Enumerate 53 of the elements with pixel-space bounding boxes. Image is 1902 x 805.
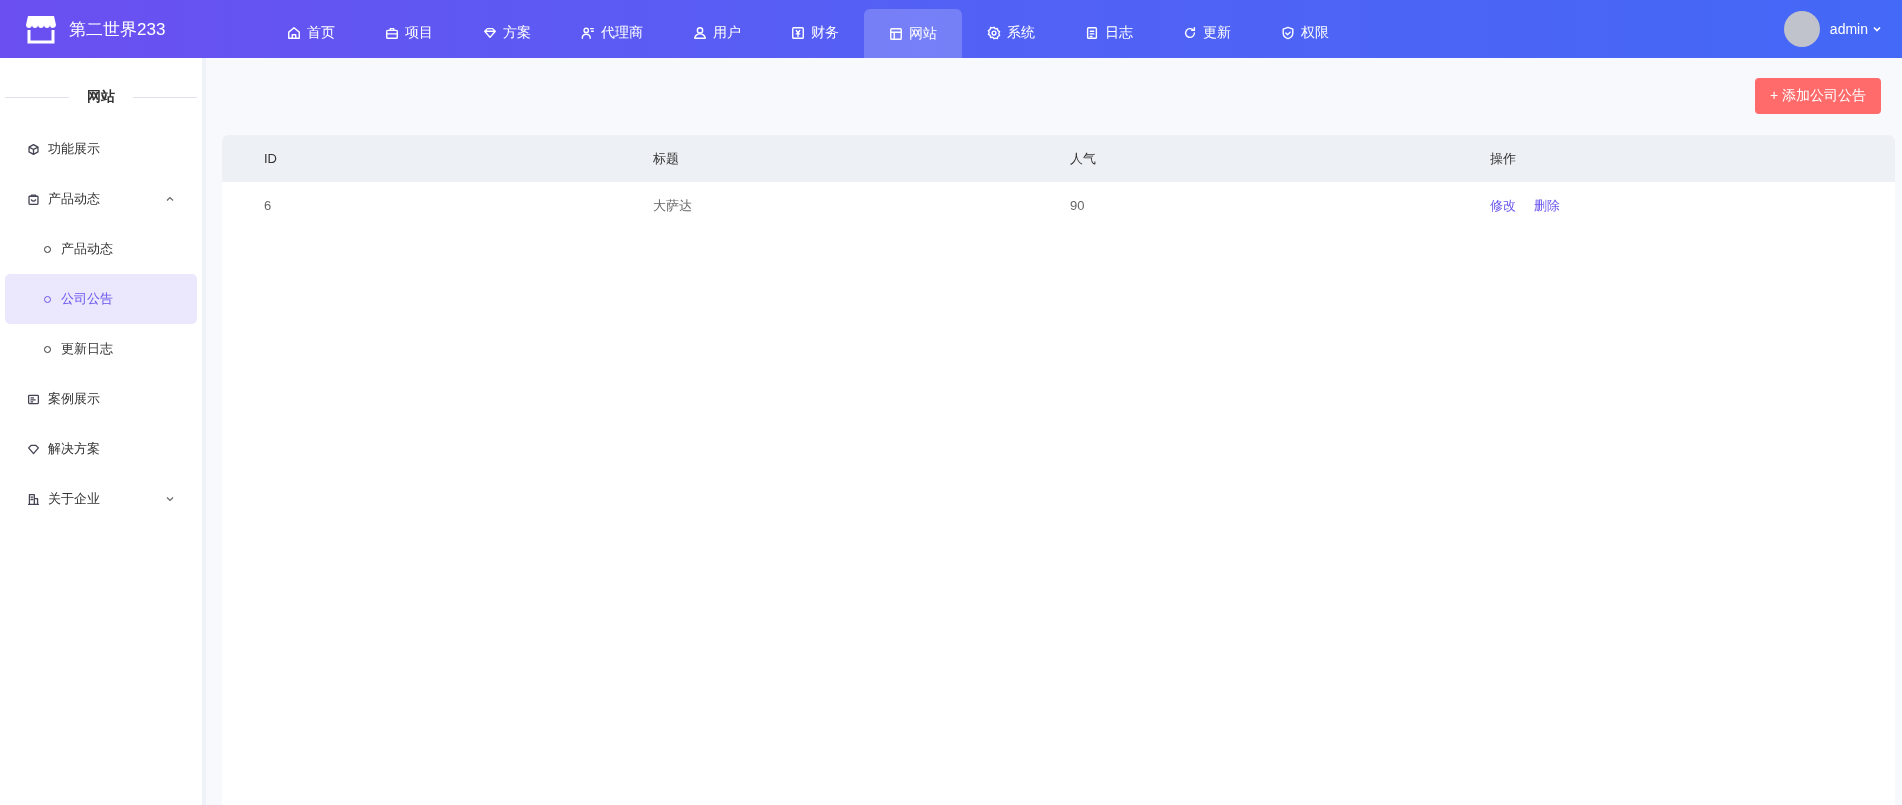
submenu-item[interactable]: 产品动态 (5, 224, 197, 274)
cube-icon (27, 142, 40, 156)
layout-icon (889, 26, 903, 41)
table-cell-text: 大萨达 (652, 196, 693, 215)
chevron-up-icon (165, 194, 175, 204)
sidebar-title: 网站 (87, 88, 115, 106)
action-link[interactable]: 删除 (1534, 196, 1560, 215)
shield-icon (1281, 26, 1295, 40)
document-icon (1085, 26, 1099, 40)
column-header: 人气 (1028, 135, 1448, 182)
building-icon (27, 492, 40, 506)
bag-icon (27, 192, 40, 206)
menu-item[interactable]: 关于企业 (5, 474, 197, 524)
menu-item[interactable]: 案例展示 (5, 374, 197, 424)
user-list-icon (581, 26, 595, 40)
brand-name: 第二世界233 (69, 18, 166, 41)
menu-item[interactable]: 解决方案 (5, 424, 197, 474)
gear-icon (987, 26, 1001, 40)
submenu-item[interactable]: 更新日志 (5, 324, 197, 374)
chevron-down-icon (1872, 24, 1882, 34)
nav-tab[interactable]: 方案 (458, 9, 556, 57)
nav-tab[interactable]: 代理商 (556, 9, 668, 57)
shop-icon (25, 14, 57, 44)
action-link[interactable]: 修改 (1490, 196, 1516, 215)
submenu-item[interactable]: 公司公告 (5, 274, 197, 324)
diamond-icon (483, 26, 497, 40)
menu-item[interactable]: 产品动态 (5, 174, 197, 224)
table-cell-text: 6 (263, 197, 273, 215)
column-header: 操作 (1448, 135, 1895, 182)
list-icon (27, 392, 40, 406)
column-header: 标题 (611, 135, 1028, 182)
avatar[interactable] (1783, 11, 1820, 47)
menu-item[interactable]: 功能展示 (5, 124, 197, 174)
chevron-down-icon (165, 494, 175, 504)
nav-tab[interactable]: 首页 (262, 9, 360, 57)
home-icon (287, 26, 301, 40)
column-header: ID (222, 135, 611, 182)
users-icon (693, 26, 707, 40)
user-menu[interactable]: admin (1829, 21, 1882, 37)
nav-tab[interactable]: 更新 (1158, 9, 1256, 57)
nav-tab[interactable]: 网站 (864, 9, 962, 58)
nav-tab[interactable]: 日志 (1060, 9, 1158, 57)
nav-tab[interactable]: 用户 (668, 9, 766, 57)
table-cell-text: 90 (1069, 197, 1086, 215)
yen-icon (791, 26, 805, 40)
nav-tab[interactable]: 权限 (1256, 9, 1354, 57)
diamond-icon (27, 442, 40, 456)
briefcase-icon (385, 26, 399, 40)
refresh-icon (1183, 26, 1197, 40)
nav-tab[interactable]: 系统 (962, 9, 1060, 57)
nav-tab[interactable]: 财务 (766, 9, 864, 57)
add-announcement-button[interactable]: + 添加公司公告 (1754, 78, 1881, 114)
nav-tab[interactable]: 项目 (360, 9, 458, 57)
